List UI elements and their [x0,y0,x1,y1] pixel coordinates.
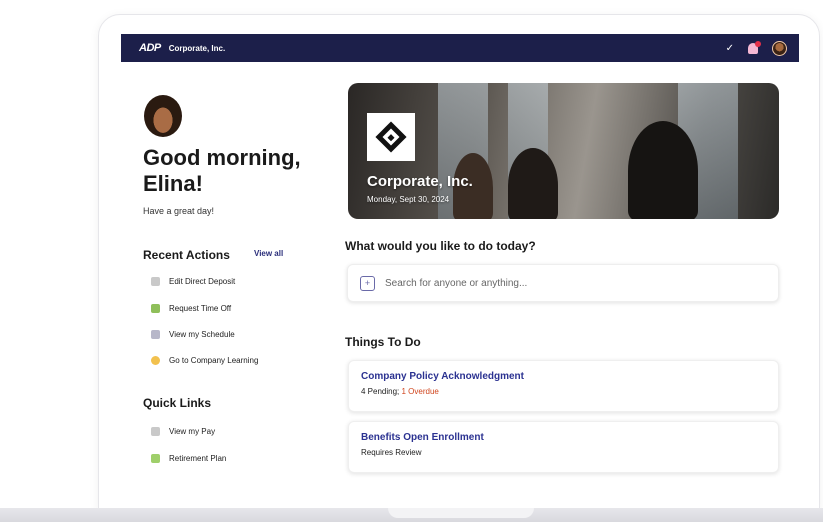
adp-logo[interactable]: ADP [139,42,161,54]
quick-link-label: View my Pay [169,427,216,436]
search-box[interactable]: + [347,264,779,302]
action-label: View my Schedule [169,330,235,339]
pay-icon [151,427,160,436]
company-logo [367,113,415,161]
avatar[interactable] [772,40,787,56]
todo-card-status: Requires Review [361,448,422,457]
profile-avatar [144,95,182,137]
learning-icon [151,356,160,365]
retirement-icon [151,454,160,463]
bell-icon[interactable] [748,40,761,54]
todo-card-title: Company Policy Acknowledgment [361,371,524,382]
deposit-icon [151,277,160,286]
action-label: Request Time Off [169,304,232,313]
quick-link-label: Retirement Plan [169,454,227,463]
todo-card-status: 4 Pending; 1 Overdue [361,387,439,396]
hero-date: Monday, Sept 30, 2024 [367,195,450,204]
hero-company-name: Corporate, Inc. [367,173,473,190]
top-bar: ADP Corporate, Inc. ✓ [121,34,799,62]
greeting-subtitle: Have a great day! [143,206,215,216]
device-notch [388,508,534,518]
action-label: Go to Company Learning [169,356,259,365]
company-name: Corporate, Inc. [168,43,226,53]
schedule-icon [151,330,160,339]
quick-link-view-my-pay[interactable]: View my Pay [151,427,215,436]
app-screen: ADP Corporate, Inc. ✓ Good morning, Elin… [121,34,799,484]
search-prompt-title: What would you like to do today? [345,239,536,253]
device-base [0,508,823,522]
overdue-count: 1 Overdue [401,387,439,396]
todo-card-benefits-enrollment[interactable]: Benefits Open Enrollment Requires Review [348,421,779,473]
action-label: Edit Direct Deposit [169,277,236,286]
view-all-link[interactable]: View all [254,249,283,258]
company-hero-banner: Corporate, Inc. Monday, Sept 30, 2024 [348,83,779,219]
time-off-icon [151,304,160,313]
things-to-do-title: Things To Do [345,335,421,349]
recent-action-edit-direct-deposit[interactable]: Edit Direct Deposit [151,277,235,286]
recent-action-view-schedule[interactable]: View my Schedule [151,330,235,339]
quick-links-title: Quick Links [143,396,212,410]
todo-card-policy-acknowledgment[interactable]: Company Policy Acknowledgment 4 Pending;… [348,360,779,412]
recent-action-company-learning[interactable]: Go to Company Learning [151,356,258,365]
recent-actions-title: Recent Actions [143,248,230,262]
quick-link-retirement-plan[interactable]: Retirement Plan [151,454,226,463]
todo-card-title: Benefits Open Enrollment [361,432,484,443]
check-icon[interactable]: ✓ [726,43,734,54]
search-input[interactable] [383,276,763,290]
search-sparkle-icon: + [360,275,375,291]
recent-action-request-time-off[interactable]: Request Time Off [151,304,231,313]
greeting-title: Good morning, Elina! [143,145,301,196]
